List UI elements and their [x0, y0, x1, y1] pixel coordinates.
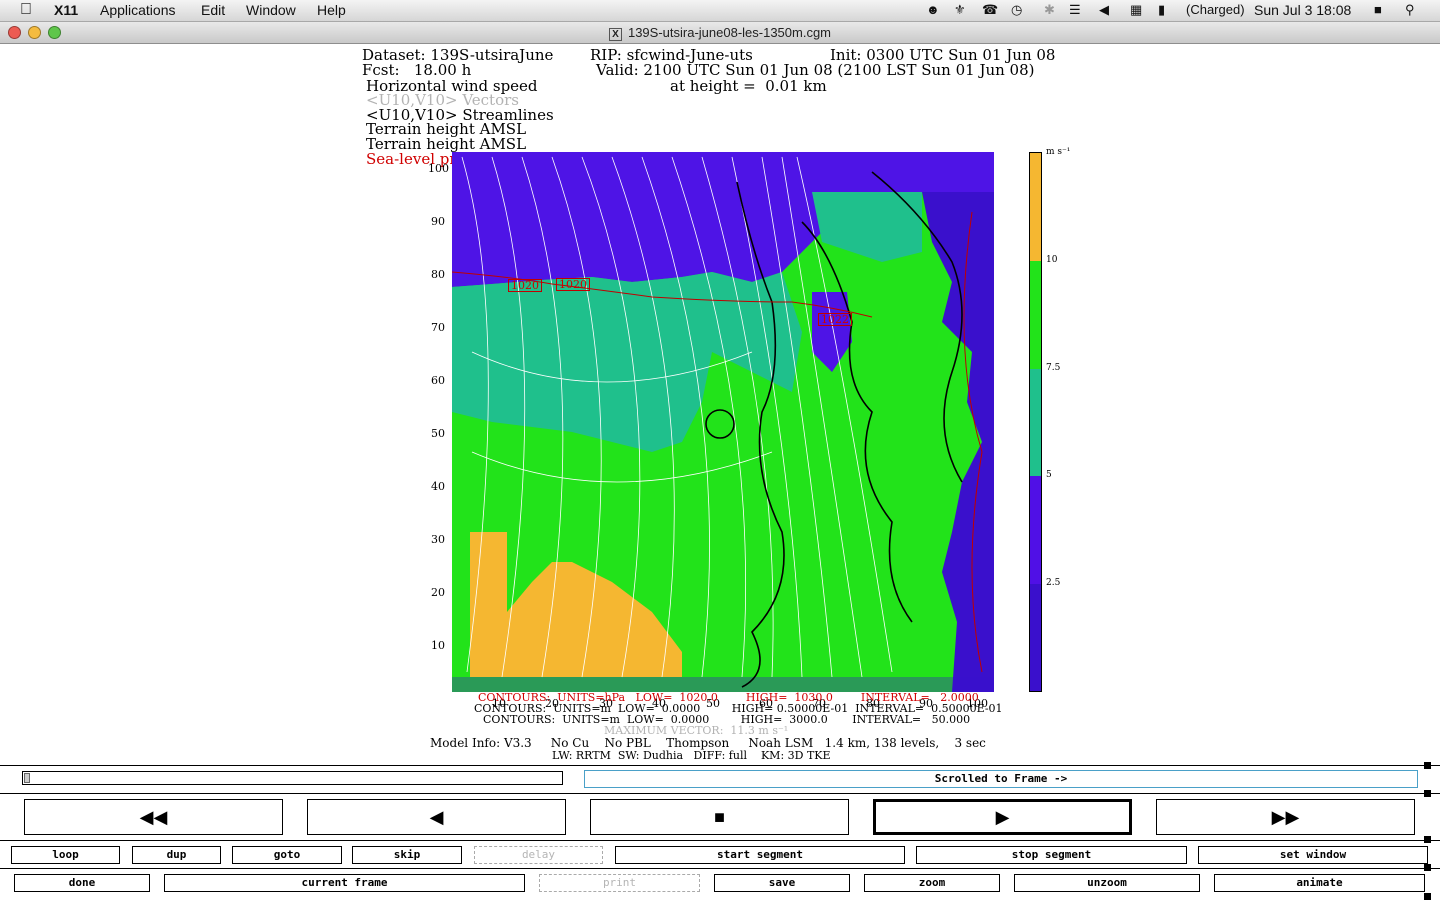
colorbar-segment [1030, 584, 1041, 691]
stop-icon: ■ [714, 806, 725, 827]
goto-button[interactable]: goto [232, 846, 342, 864]
resize-handle[interactable] [1424, 790, 1431, 797]
colorbar-unit: m s⁻¹ [1046, 147, 1071, 157]
isobar-label: 1020 [556, 278, 590, 291]
play-button[interactable]: ▶ [873, 799, 1132, 835]
model-info: Model Info: V3.3 No Cu No PBL Thompson N… [430, 736, 986, 750]
y-tick: 60 [431, 374, 445, 387]
window-title: X 139S-utsira-june08-les-1350m.cgm [0, 25, 1440, 41]
colorbar-level: 2.5 [1046, 578, 1061, 588]
colorbar [1029, 152, 1042, 692]
colorbar-level: 7.5 [1046, 363, 1061, 373]
scrollbar-thumb[interactable] [24, 773, 30, 783]
y-tick: 100 [428, 162, 449, 175]
print-button[interactable]: print [539, 874, 700, 892]
colorbar-segment [1030, 476, 1041, 584]
window-title-text: 139S-utsira-june08-les-1350m.cgm [627, 25, 832, 40]
y-tick: 30 [431, 533, 445, 546]
max-vector: MAXIMUM VECTOR: 11.3 m s⁻¹ [604, 724, 789, 737]
y-tick: 70 [431, 321, 445, 334]
resize-handle[interactable] [1424, 864, 1431, 871]
divider [0, 868, 1440, 869]
divider [0, 840, 1440, 841]
start-segment-button[interactable]: start segment [615, 846, 905, 864]
menu-window[interactable]: Window [246, 2, 296, 18]
network-icon[interactable]: ⚜ [954, 2, 966, 18]
stop-segment-button[interactable]: stop segment [916, 846, 1187, 864]
stop-button[interactable]: ■ [590, 799, 849, 835]
resize-handle[interactable] [1424, 762, 1431, 769]
delay-button[interactable]: delay [474, 846, 603, 864]
resize-handle[interactable] [1424, 836, 1431, 843]
done-button[interactable]: done [14, 874, 150, 892]
battery-icon[interactable]: ▮ [1158, 2, 1165, 18]
divider [0, 765, 1440, 766]
colorbar-segment [1030, 153, 1041, 261]
frame-scrollbar[interactable] [22, 771, 563, 785]
y-tick: 10 [431, 639, 445, 652]
user-icon[interactable]: ■ [1374, 2, 1382, 17]
forecast-label: Fcst: 18.00 h [362, 61, 472, 79]
bluetooth-icon[interactable]: ✱ [1044, 2, 1055, 18]
wifi-icon[interactable]: ☰ [1069, 2, 1081, 18]
height-label: at height = 0.01 km [670, 77, 827, 95]
y-tick: 50 [431, 427, 445, 440]
colorbar-level: 10 [1046, 255, 1058, 265]
menu-app-name[interactable]: X11 [54, 2, 78, 18]
divider [0, 793, 1440, 794]
menubar:  X11 Applications Edit Window Help ☻ ⚜ … [0, 0, 1440, 22]
resize-handle[interactable] [1424, 893, 1431, 900]
colorbar-segment [1030, 261, 1041, 369]
step-back-icon: ◀ [429, 806, 444, 827]
wind-speed-map [452, 152, 994, 692]
unzoom-button[interactable]: unzoom [1014, 874, 1200, 892]
time-machine-icon[interactable]: ◷ [1011, 2, 1022, 18]
y-tick: 80 [431, 268, 445, 281]
current-frame-button[interactable]: current frame [164, 874, 525, 892]
menu-applications[interactable]: Applications [100, 2, 176, 18]
frame-status: Scrolled to Frame -> [584, 770, 1418, 788]
window-titlebar[interactable]: X 139S-utsira-june08-les-1350m.cgm [0, 22, 1440, 44]
play-icon: ▶ [995, 806, 1010, 827]
isobar-label: 1020 [508, 279, 542, 292]
zoom-button[interactable]: zoom [864, 874, 1000, 892]
rewind-icon: ◀◀ [139, 806, 168, 827]
spotlight-search-icon[interactable]: ⚲ [1405, 2, 1415, 18]
fast-forward-button[interactable]: ▶▶ [1156, 799, 1415, 835]
battery-status: (Charged) [1186, 2, 1245, 17]
menu-edit[interactable]: Edit [201, 2, 225, 18]
fast-forward-icon: ▶▶ [1271, 806, 1300, 827]
colorbar-level: 5 [1046, 470, 1052, 480]
set-window-button[interactable]: set window [1198, 846, 1428, 864]
skip-button[interactable]: skip [352, 846, 462, 864]
isobar-label: 1022 [818, 313, 852, 326]
x11-icon: X [608, 28, 622, 41]
alien-icon[interactable]: ☻ [926, 2, 940, 17]
model-info-2: LW: RRTM SW: Dudhia DIFF: full KM: 3D TK… [552, 749, 831, 762]
calendar-icon[interactable]: ▦ [1130, 2, 1142, 18]
y-tick: 40 [431, 480, 445, 493]
colorbar-segment [1030, 369, 1041, 476]
y-tick: 90 [431, 215, 445, 228]
dup-button[interactable]: dup [132, 846, 221, 864]
loop-button[interactable]: loop [11, 846, 120, 864]
apple-icon[interactable]:  [20, 1, 32, 19]
save-button[interactable]: save [714, 874, 850, 892]
clock[interactable]: Sun Jul 3 18:08 [1254, 2, 1351, 18]
valid-label: Valid: 2100 UTC Sun 01 Jun 08 (2100 LST … [596, 61, 1035, 79]
animate-button[interactable]: animate [1214, 874, 1425, 892]
step-back-button[interactable]: ◀ [307, 799, 566, 835]
volume-icon[interactable]: ◀ [1099, 2, 1109, 18]
y-tick: 20 [431, 586, 445, 599]
menu-help[interactable]: Help [317, 2, 346, 18]
phone-icon[interactable]: ☎ [982, 2, 998, 18]
rewind-button[interactable]: ◀◀ [24, 799, 283, 835]
